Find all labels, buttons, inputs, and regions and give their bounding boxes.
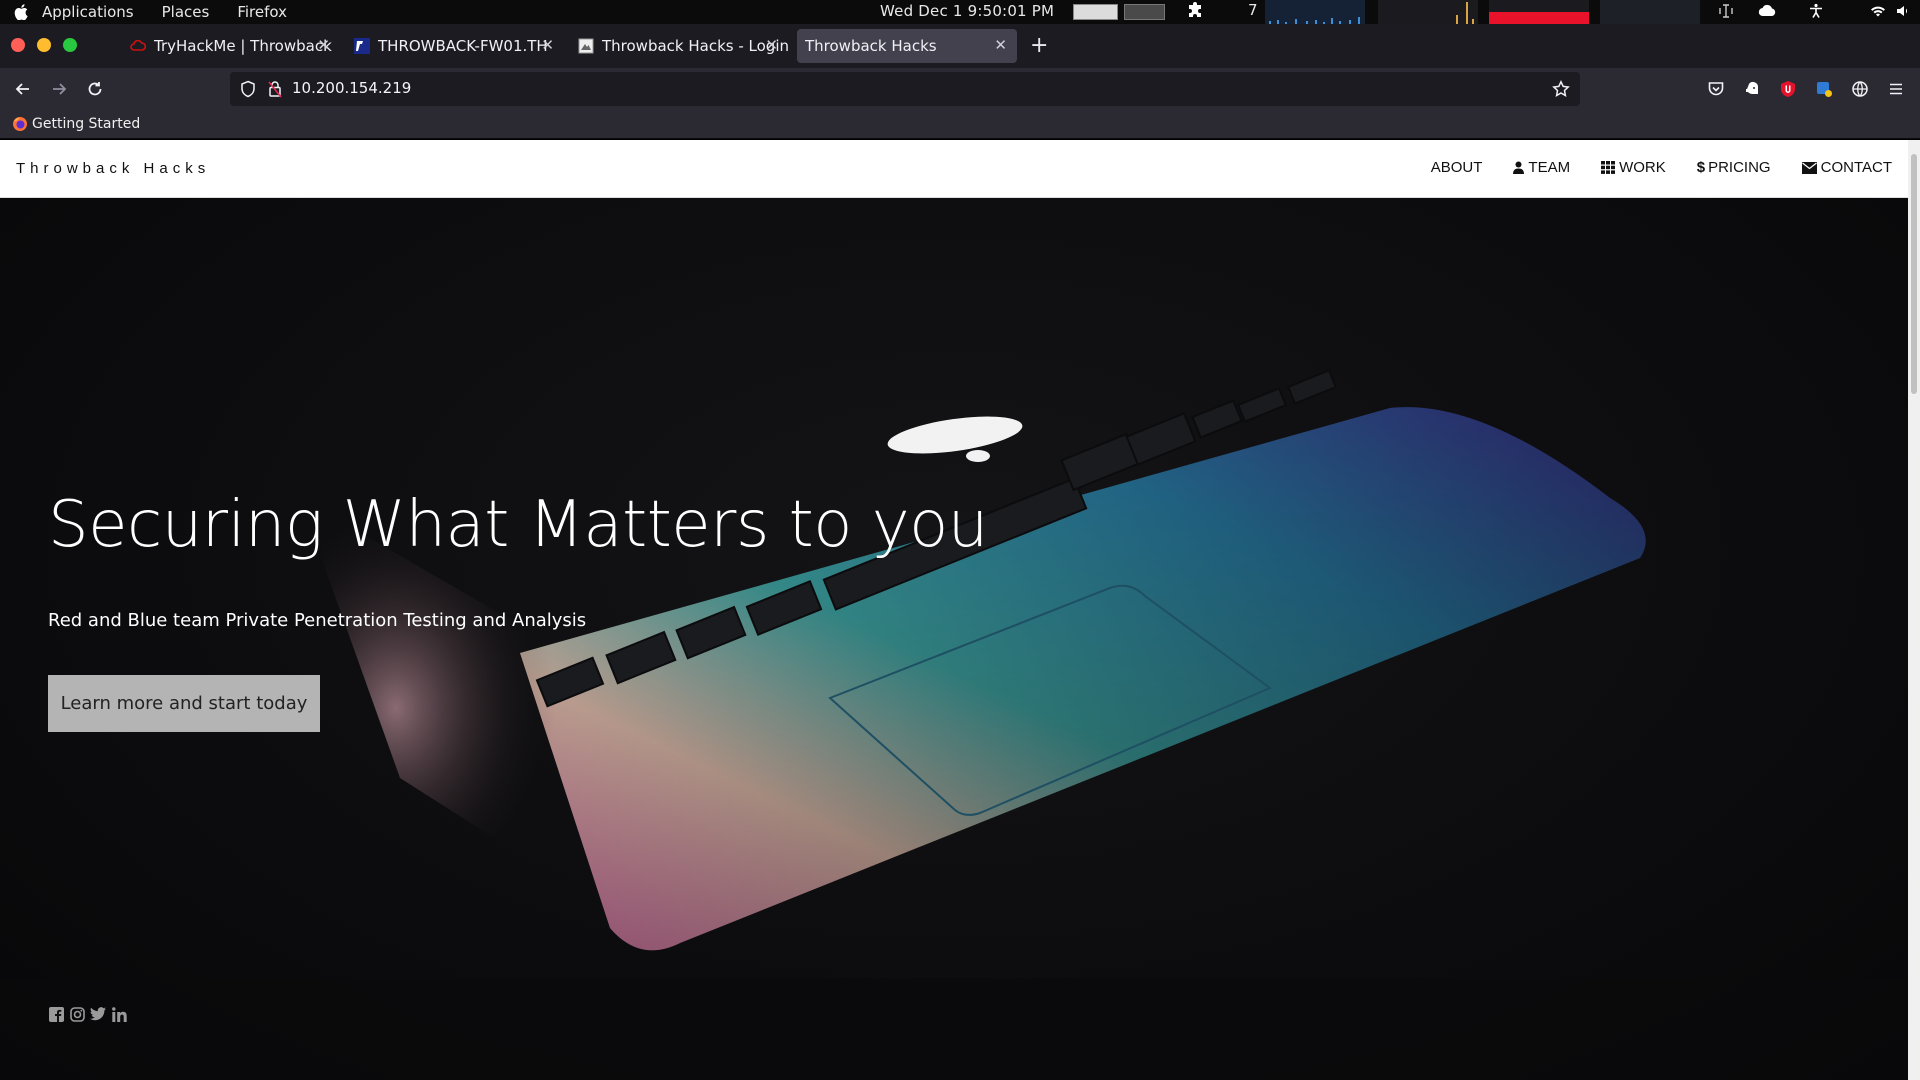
envelope-icon bbox=[1801, 161, 1817, 174]
new-tab-button[interactable]: + bbox=[1030, 33, 1048, 58]
maximize-window-button[interactable] bbox=[63, 38, 77, 52]
browser-tab-strip: TryHackMe | Throwback ✕ THROWBACK-FW01.T… bbox=[0, 24, 1920, 68]
system-top-bar: Applications Places Firefox Wed Dec 1 9:… bbox=[0, 0, 1920, 24]
dollar-icon: $ bbox=[1696, 159, 1706, 176]
extension-ghost-icon[interactable] bbox=[1742, 79, 1762, 99]
cpu-graph bbox=[1378, 0, 1478, 24]
network-graph bbox=[1265, 0, 1365, 24]
close-tab-icon[interactable]: ✕ bbox=[765, 36, 778, 54]
bookmark-star-icon[interactable] bbox=[1552, 80, 1570, 102]
pocket-icon[interactable] bbox=[1706, 79, 1726, 99]
hero-section: Securing What Matters to you Red and Blu… bbox=[0, 198, 1908, 1080]
tab-tryhackme[interactable]: TryHackMe | Throwback ✕ bbox=[122, 29, 340, 63]
keyboard-layout-indicator[interactable] bbox=[1073, 4, 1118, 20]
url-text[interactable]: 10.200.154.219 bbox=[292, 79, 411, 97]
foxyproxy-icon[interactable] bbox=[1850, 79, 1870, 99]
extensions-icon[interactable] bbox=[1186, 2, 1204, 24]
nav-label: ABOUT bbox=[1430, 159, 1483, 176]
back-button[interactable] bbox=[11, 77, 35, 101]
tab-label: THROWBACK-FW01.THR bbox=[378, 37, 548, 55]
menu-firefox[interactable]: Firefox bbox=[237, 3, 287, 21]
tracking-protection-shield-icon[interactable] bbox=[240, 80, 256, 102]
tab-label: TryHackMe | Throwback bbox=[154, 37, 332, 55]
user-icon bbox=[1513, 161, 1525, 174]
nav-work[interactable]: WORK bbox=[1601, 159, 1666, 176]
site-nav-links: ABOUT TEAM WORK $ PRICING CONTACT bbox=[1400, 159, 1892, 176]
site-navbar: Throwback Hacks ABOUT TEAM WORK $ PRICIN… bbox=[0, 140, 1908, 198]
facebook-icon[interactable] bbox=[48, 1006, 64, 1022]
site-brand[interactable]: Throwback Hacks bbox=[16, 160, 210, 177]
menu-places[interactable]: Places bbox=[162, 3, 210, 21]
forward-button[interactable] bbox=[47, 77, 71, 101]
close-tab-icon[interactable]: ✕ bbox=[994, 36, 1007, 54]
swap-graph bbox=[1600, 0, 1700, 24]
tab-label: Throwback Hacks - Login bbox=[602, 37, 788, 55]
bookmark-getting-started[interactable]: Getting Started bbox=[12, 116, 140, 132]
address-bar[interactable]: 10.200.154.219 bbox=[230, 72, 1580, 106]
system-clock[interactable]: Wed Dec 1 9:50:01 PM bbox=[880, 2, 1054, 20]
learn-more-button[interactable]: Learn more and start today bbox=[48, 675, 320, 732]
bookmarks-toolbar: Getting Started bbox=[0, 110, 1920, 139]
nav-about[interactable]: ABOUT bbox=[1431, 159, 1483, 176]
pfsense-favicon bbox=[354, 38, 370, 54]
tab-throwback-login[interactable]: Throwback Hacks - Login ✕ bbox=[570, 29, 788, 63]
navigation-toolbar: 10.200.154.219 bbox=[0, 68, 1920, 110]
bookmark-label: Getting Started bbox=[32, 116, 141, 132]
minimize-window-button[interactable] bbox=[37, 38, 51, 52]
page-scrollbar[interactable] bbox=[1908, 140, 1920, 1080]
hero-subtitle: Red and Blue team Private Penetration Te… bbox=[48, 610, 587, 631]
instagram-icon[interactable] bbox=[69, 1006, 85, 1022]
linkedin-icon[interactable] bbox=[111, 1006, 127, 1022]
web-page: Throwback Hacks ABOUT TEAM WORK $ PRICIN… bbox=[0, 140, 1908, 1080]
page-favicon bbox=[578, 38, 594, 54]
menu-applications[interactable]: Applications bbox=[42, 3, 134, 21]
workspace-count[interactable]: 7 bbox=[1248, 1, 1258, 19]
volume-icon[interactable] bbox=[1895, 3, 1911, 23]
scrollbar-thumb[interactable] bbox=[1911, 154, 1917, 394]
close-tab-icon[interactable]: ✕ bbox=[317, 36, 330, 54]
cloud-icon[interactable] bbox=[1758, 3, 1776, 23]
nav-label: TEAM bbox=[1528, 159, 1571, 176]
nav-team[interactable]: TEAM bbox=[1513, 159, 1570, 176]
wifi-icon[interactable] bbox=[1870, 3, 1886, 23]
nav-label: CONTACT bbox=[1820, 159, 1892, 176]
grid-icon bbox=[1601, 161, 1616, 174]
accessibility-icon[interactable] bbox=[1808, 3, 1824, 23]
nav-label: PRICING bbox=[1708, 159, 1771, 176]
reload-button[interactable] bbox=[83, 77, 107, 101]
hero-title: Securing What Matters to you bbox=[48, 488, 988, 562]
tab-throwback-hacks[interactable]: Throwback Hacks ✕ bbox=[797, 29, 1017, 63]
laptop-background-image bbox=[0, 369, 1908, 1080]
nav-pricing[interactable]: $ PRICING bbox=[1697, 159, 1771, 176]
social-links bbox=[48, 1006, 127, 1022]
twitter-icon[interactable] bbox=[90, 1006, 106, 1022]
nav-label: WORK bbox=[1619, 159, 1666, 176]
text-cursor-icon[interactable] bbox=[1718, 3, 1734, 23]
ublock-icon[interactable] bbox=[1778, 79, 1798, 99]
memory-graph bbox=[1489, 0, 1589, 24]
nav-contact[interactable]: CONTACT bbox=[1801, 159, 1892, 176]
close-tab-icon[interactable]: ✕ bbox=[541, 36, 554, 54]
apple-icon[interactable] bbox=[0, 4, 42, 20]
insecure-lock-icon[interactable] bbox=[268, 80, 282, 102]
tab-label: Throwback Hacks bbox=[805, 37, 937, 55]
tryhackme-favicon bbox=[130, 39, 146, 51]
window-list-indicator[interactable] bbox=[1124, 4, 1165, 20]
close-window-button[interactable] bbox=[11, 38, 25, 52]
hamburger-menu-icon[interactable] bbox=[1886, 79, 1906, 99]
tab-throwback-fw01[interactable]: THROWBACK-FW01.THR ✕ bbox=[346, 29, 564, 63]
firefox-icon bbox=[13, 117, 27, 131]
wappalyzer-icon[interactable] bbox=[1814, 79, 1834, 99]
